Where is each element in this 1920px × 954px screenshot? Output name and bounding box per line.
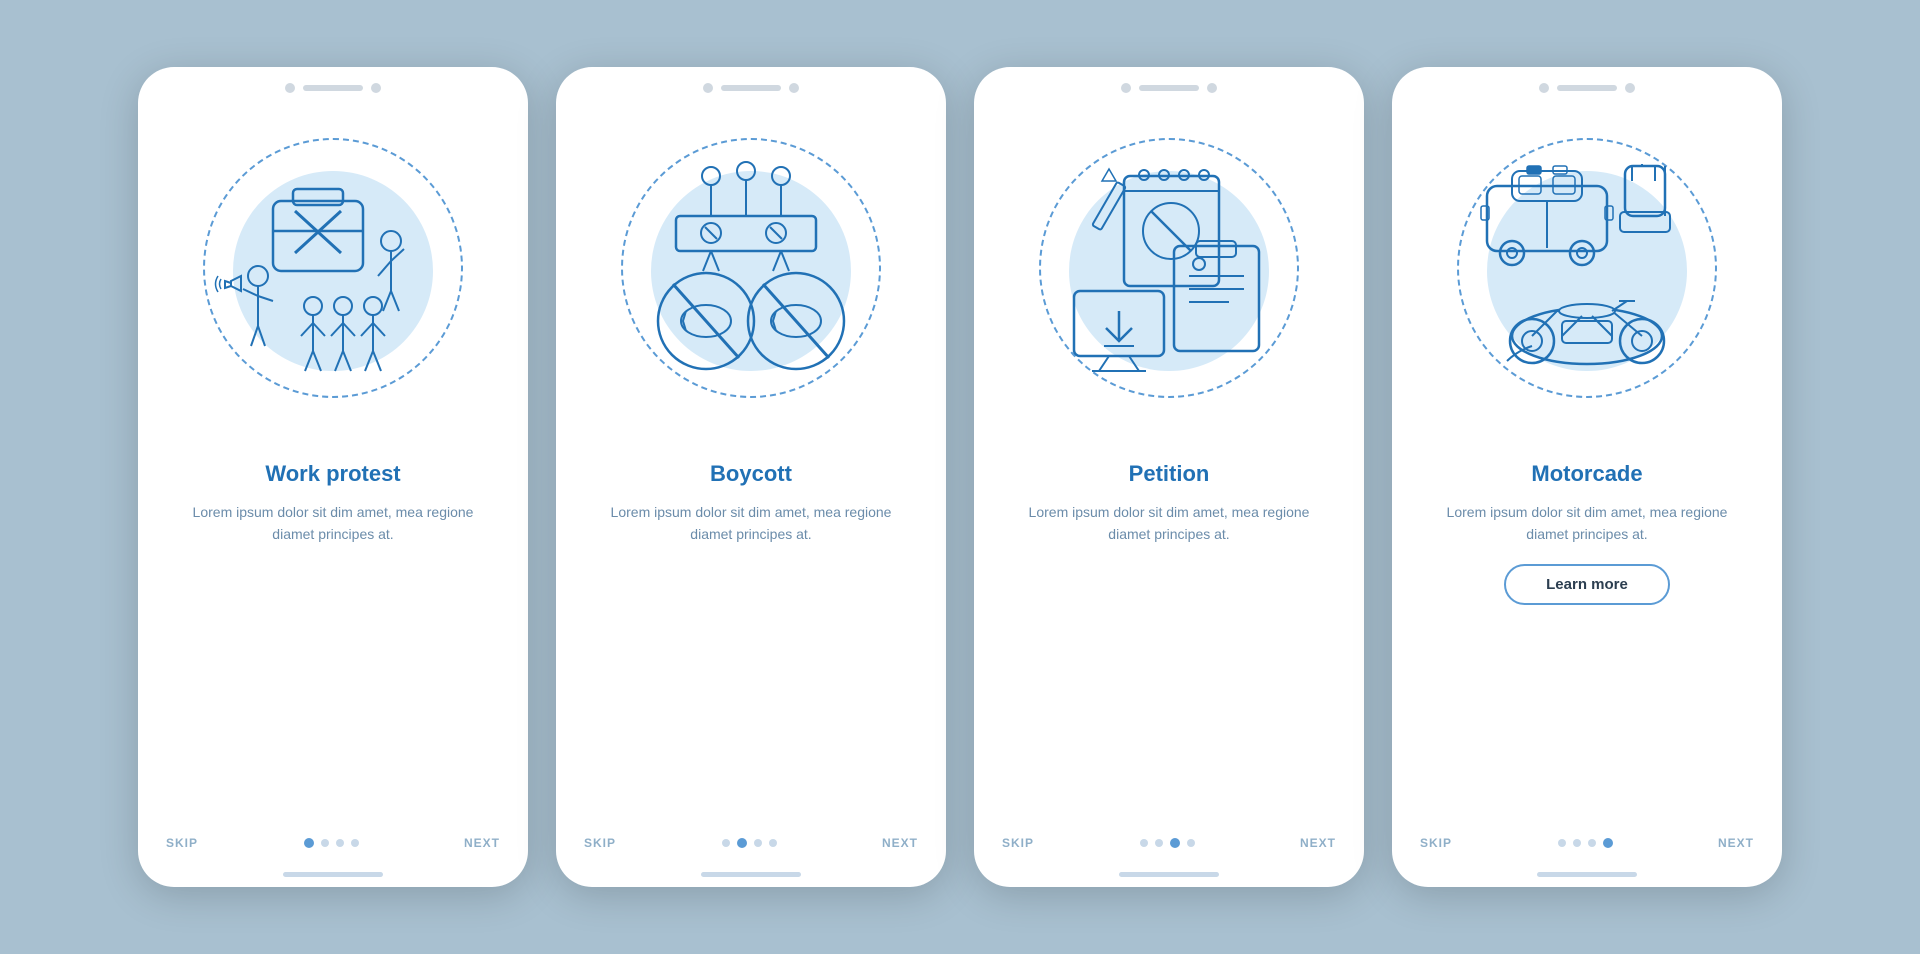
dot-m1 [1558, 839, 1566, 847]
dot-b1 [722, 839, 730, 847]
dot-m3 [1588, 839, 1596, 847]
phone-top-bar-4 [1392, 67, 1782, 101]
phone-top-bar [138, 67, 528, 101]
dot-p4 [1187, 839, 1195, 847]
card-title-motorcade: Motorcade [1531, 461, 1642, 487]
card-title-petition: Petition [1129, 461, 1210, 487]
card-description-petition: Lorem ipsum dolor sit dim amet, mea regi… [1006, 501, 1332, 546]
phone-speaker-2 [721, 85, 781, 91]
card-title-boycott: Boycott [710, 461, 792, 487]
work-protest-icon [213, 161, 453, 381]
bottom-nav-petition: SKIP NEXT [974, 826, 1364, 868]
content-area-boycott: Boycott Lorem ipsum dolor sit dim amet, … [556, 461, 946, 826]
illustration-area-boycott [556, 101, 946, 461]
phone-top-bar-2 [556, 67, 946, 101]
learn-more-button[interactable]: Learn more [1504, 564, 1670, 605]
phone-card-motorcade: Motorcade Lorem ipsum dolor sit dim amet… [1392, 67, 1782, 887]
home-indicator [283, 872, 383, 877]
phone-camera-6 [1207, 83, 1217, 93]
skip-button-work-protest[interactable]: SKIP [166, 836, 198, 850]
next-button-motorcade[interactable]: NEXT [1718, 836, 1754, 850]
phone-camera-3 [703, 83, 713, 93]
dot-p1 [1140, 839, 1148, 847]
dot-m2 [1573, 839, 1581, 847]
phone-speaker [303, 85, 363, 91]
content-area-work-protest: Work protest Lorem ipsum dolor sit dim a… [138, 461, 528, 826]
dot-p3 [1170, 838, 1180, 848]
illustration-area-motorcade [1392, 101, 1782, 461]
content-area-motorcade: Motorcade Lorem ipsum dolor sit dim amet… [1392, 461, 1782, 826]
card-description-work-protest: Lorem ipsum dolor sit dim amet, mea regi… [170, 501, 496, 546]
phone-camera-8 [1625, 83, 1635, 93]
phone-card-boycott: Boycott Lorem ipsum dolor sit dim amet, … [556, 67, 946, 887]
dot-2 [321, 839, 329, 847]
dots-motorcade [1558, 838, 1613, 848]
phone-camera-7 [1539, 83, 1549, 93]
home-indicator-2 [701, 872, 801, 877]
phone-camera-2 [371, 83, 381, 93]
dot-b4 [769, 839, 777, 847]
skip-button-boycott[interactable]: SKIP [584, 836, 616, 850]
content-area-petition: Petition Lorem ipsum dolor sit dim amet,… [974, 461, 1364, 826]
dots-boycott [722, 838, 777, 848]
dot-b3 [754, 839, 762, 847]
next-button-petition[interactable]: NEXT [1300, 836, 1336, 850]
phone-speaker-4 [1557, 85, 1617, 91]
boycott-icon [621, 156, 881, 386]
home-indicator-4 [1537, 872, 1637, 877]
screens-container: Work protest Lorem ipsum dolor sit dim a… [98, 27, 1822, 927]
dot-4 [351, 839, 359, 847]
bottom-nav-motorcade: SKIP NEXT [1392, 826, 1782, 868]
card-description-boycott: Lorem ipsum dolor sit dim amet, mea regi… [588, 501, 914, 546]
skip-button-motorcade[interactable]: SKIP [1420, 836, 1452, 850]
phone-card-petition: Petition Lorem ipsum dolor sit dim amet,… [974, 67, 1364, 887]
phone-camera-4 [789, 83, 799, 93]
dot-m4 [1603, 838, 1613, 848]
bottom-nav-work-protest: SKIP NEXT [138, 826, 528, 868]
dot-b2 [737, 838, 747, 848]
card-description-motorcade: Lorem ipsum dolor sit dim amet, mea regi… [1424, 501, 1750, 546]
dots-work-protest [304, 838, 359, 848]
dot-3 [336, 839, 344, 847]
phone-top-bar-3 [974, 67, 1364, 101]
phone-camera-5 [1121, 83, 1131, 93]
phone-speaker-3 [1139, 85, 1199, 91]
illustration-area-work-protest [138, 101, 528, 461]
next-button-boycott[interactable]: NEXT [882, 836, 918, 850]
home-indicator-3 [1119, 872, 1219, 877]
dot-1 [304, 838, 314, 848]
next-button-work-protest[interactable]: NEXT [464, 836, 500, 850]
illustration-area-petition [974, 101, 1364, 461]
dots-petition [1140, 838, 1195, 848]
phone-card-work-protest: Work protest Lorem ipsum dolor sit dim a… [138, 67, 528, 887]
petition-icon [1044, 161, 1294, 381]
bottom-nav-boycott: SKIP NEXT [556, 826, 946, 868]
skip-button-petition[interactable]: SKIP [1002, 836, 1034, 850]
motorcade-icon [1457, 156, 1717, 386]
dot-p2 [1155, 839, 1163, 847]
phone-camera [285, 83, 295, 93]
card-title-work-protest: Work protest [265, 461, 400, 487]
